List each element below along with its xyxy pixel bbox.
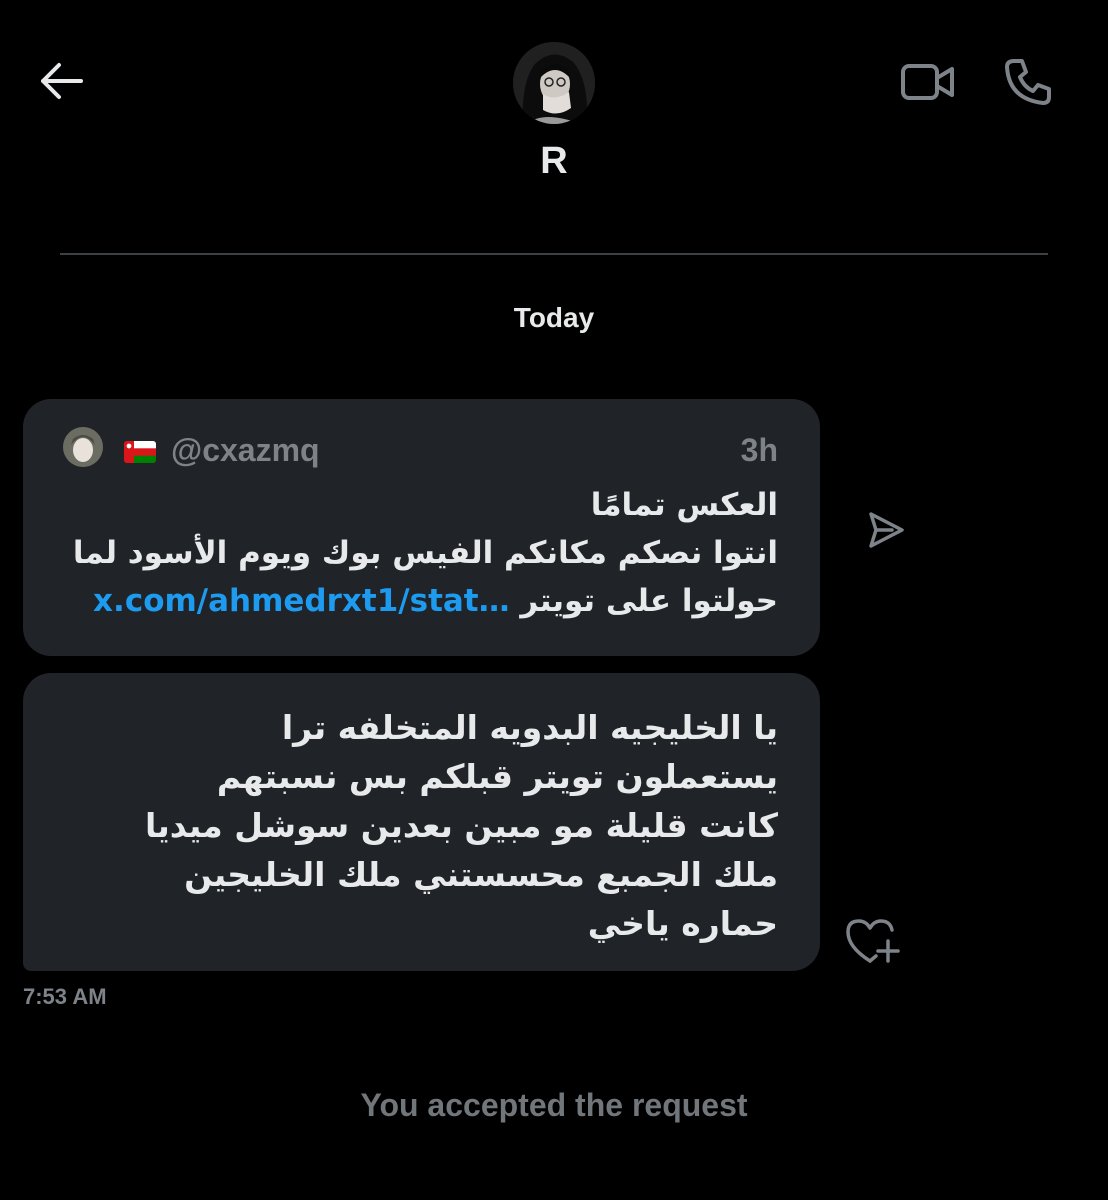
heart-plus-icon <box>846 919 900 963</box>
message-timestamp: 7:53 AM <box>23 984 107 1009</box>
contact-name[interactable]: R <box>0 140 1108 183</box>
back-button[interactable] <box>34 57 88 105</box>
voice-call-button[interactable] <box>999 55 1057 109</box>
quoted-post-time: 3h <box>740 432 778 468</box>
header-divider <box>60 253 1048 255</box>
share-button[interactable] <box>860 505 912 555</box>
message-text: يا الخليجيه البدويه المتخلفه ترا يستعملو… <box>58 703 778 948</box>
date-separator: Today <box>513 302 595 333</box>
quoted-text-fragment: حولتوا على تويتر <box>520 583 778 619</box>
quoted-post-text: العكس تمامًا انتوا نصكم مكانكم الفيس بوك… <box>58 481 778 625</box>
quoted-author-handle[interactable]: @cxazmq <box>171 432 320 469</box>
quoted-text-line: العكس تمامًا <box>590 487 778 523</box>
share-icon <box>869 512 904 548</box>
contact-avatar[interactable] <box>513 42 595 124</box>
arrow-left-icon <box>41 63 83 99</box>
request-accepted-notice: You accepted the request <box>360 1087 748 1123</box>
quoted-author-avatar <box>63 427 103 467</box>
quoted-post-link[interactable]: x.com/ahmedrxt1/stat… <box>93 583 510 619</box>
oman-flag-icon <box>124 441 156 463</box>
message-line: يستعملون تويتر قبلكم بس نسبتهم <box>216 757 778 796</box>
dm-conversation-screen: R Today @cxazmq 3h العكس تمامًا انتوا نص… <box>0 0 1108 1200</box>
video-call-button[interactable] <box>897 57 959 107</box>
message-line: كانت قليلة مو مبين بعدين سوشل ميديا <box>144 806 778 845</box>
text-message[interactable]: يا الخليجيه البدويه المتخلفه ترا يستعملو… <box>23 673 820 971</box>
quoted-post-message[interactable]: @cxazmq 3h العكس تمامًا انتوا نصكم مكانك… <box>23 399 820 656</box>
phone-icon <box>1005 59 1051 105</box>
avatar-image <box>513 42 595 124</box>
avatar-image <box>63 427 103 467</box>
video-camera-icon <box>901 64 954 100</box>
message-line: ملك الجمبع محسستني ملك الخليجين <box>184 855 778 894</box>
message-line: يا الخليجيه البدويه المتخلفه ترا <box>281 708 778 747</box>
quoted-text-line: انتوا نصكم مكانكم الفيس بوك ويوم الأسود … <box>72 535 778 571</box>
quoted-text-line: حولتوا على تويتر x.com/ahmedrxt1/stat… <box>58 577 778 625</box>
message-line: حماره ياخي <box>587 904 778 943</box>
add-reaction-button[interactable] <box>840 913 902 969</box>
